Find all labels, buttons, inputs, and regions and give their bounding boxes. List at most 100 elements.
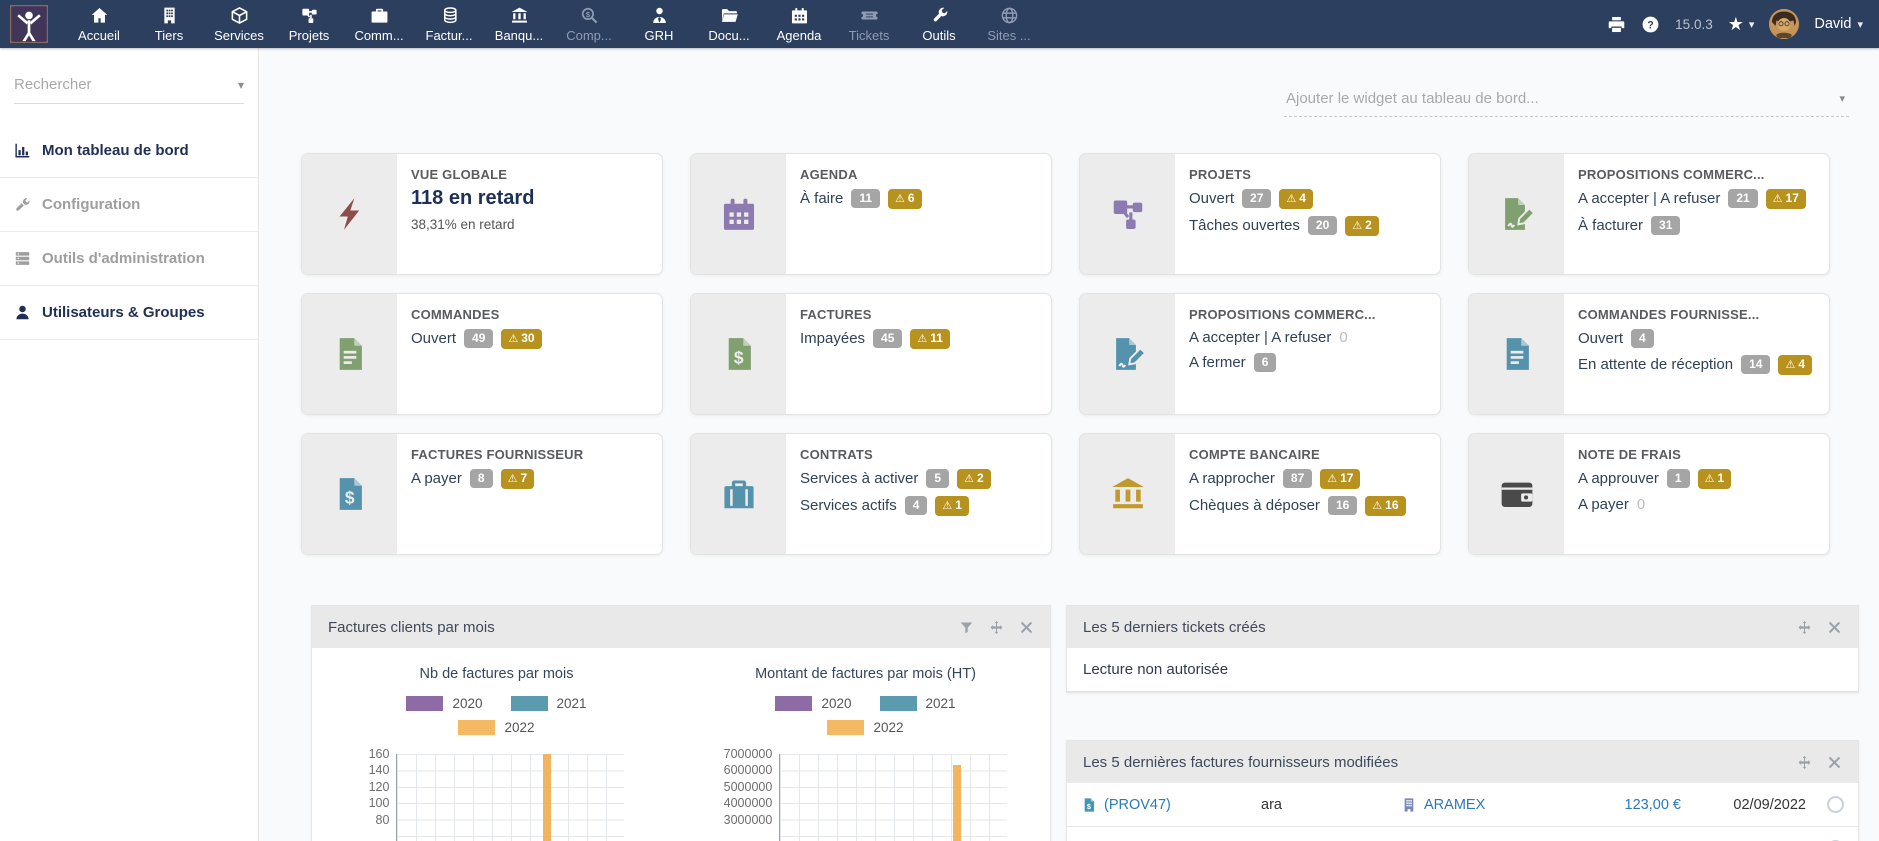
move-icon[interactable] bbox=[989, 620, 1004, 635]
ticket-icon bbox=[859, 6, 879, 25]
invoice-label: ara bbox=[1261, 796, 1282, 813]
svg-text:$: $ bbox=[733, 348, 743, 368]
add-widget-select[interactable]: Ajouter le widget au tableau de bord... … bbox=[1284, 86, 1849, 117]
widget-propositions-commerc[interactable]: PROPOSITIONS COMMERC... A accepter | A r… bbox=[1468, 153, 1830, 275]
invoice-icon: $ bbox=[1081, 797, 1097, 813]
invoice-amount: 123,00 € bbox=[1624, 796, 1681, 813]
print-icon[interactable] bbox=[1607, 15, 1626, 34]
help-icon[interactable]: ? bbox=[1641, 15, 1660, 34]
close-icon[interactable] bbox=[1019, 620, 1034, 635]
close-icon[interactable] bbox=[1827, 755, 1842, 770]
y-tick: 80 bbox=[375, 812, 390, 827]
search-input[interactable] bbox=[14, 76, 238, 93]
widget-note-de-frais[interactable]: NOTE DE FRAIS A approuver 1 ⚠ 1 A payer 0 bbox=[1468, 433, 1830, 555]
file-signature-icon bbox=[1080, 294, 1175, 414]
warning-icon: ⚠ bbox=[507, 473, 518, 485]
invoice-ref: (PROV47) bbox=[1104, 796, 1171, 813]
chart-title: Nb de factures par mois bbox=[419, 666, 574, 682]
widget-compte-bancaire[interactable]: COMPTE BANCAIRE A rapprocher 87 ⚠ 17 Chèque… bbox=[1079, 433, 1441, 555]
stat-label: En attente de réception bbox=[1578, 356, 1734, 374]
sidebar-item-utilisateurs-groupes[interactable]: Utilisateurs & Groupes bbox=[0, 286, 258, 340]
widget-projets[interactable]: PROJETS Ouvert 27 ⚠ 4 Tâches ouvertes 20 ⚠ 2 bbox=[1079, 153, 1441, 275]
user-avatar[interactable] bbox=[1769, 9, 1800, 39]
nav-item-outils[interactable]: Outils bbox=[904, 0, 974, 48]
file-dollar-icon: $ bbox=[302, 434, 397, 554]
count-badge: 49 bbox=[464, 329, 494, 349]
stat-label: Chèques à déposer bbox=[1189, 497, 1320, 515]
warning-badge: ⚠ 7 bbox=[500, 469, 535, 489]
invoice-ref-link[interactable]: $ (PROV47) bbox=[1081, 797, 1261, 813]
warning-badge: ⚠ 2 bbox=[1345, 215, 1379, 236]
bookmarks-menu[interactable]: ★ ▾ bbox=[1728, 15, 1755, 33]
sidebar-item-mon-tableau-de-bord[interactable]: Mon tableau de bord bbox=[0, 124, 258, 178]
y-tick: 3000000 bbox=[723, 812, 773, 827]
widget-title: COMMANDES FOURNISSE... bbox=[1578, 307, 1760, 322]
legend-item-2021: 2021 bbox=[510, 696, 587, 711]
widget-agenda[interactable]: AGENDA À faire 11 ⚠ 6 bbox=[690, 153, 1052, 275]
move-icon[interactable] bbox=[1797, 755, 1812, 770]
nav-item-comp[interactable]: $ Comp... bbox=[554, 0, 624, 48]
widget-stat-line: En attente de réception 14 ⚠ 4 bbox=[1578, 355, 1813, 375]
zero-count: 0 bbox=[1339, 329, 1348, 346]
stat-label: Ouvert bbox=[411, 330, 457, 348]
widget-factures[interactable]: $ FACTURES Impayées 45 ⚠ 11 bbox=[690, 293, 1052, 415]
widget-contrats[interactable]: CONTRATS Services à activer 5 ⚠ 2 Services … bbox=[690, 433, 1052, 555]
y-axis-labels: 160 140 120 100 80 bbox=[369, 747, 397, 841]
panel-title: Factures clients par mois bbox=[328, 618, 495, 636]
left-sidebar: ▾ Mon tableau de bord Configuration Outi… bbox=[0, 40, 259, 841]
filter-icon[interactable] bbox=[959, 620, 974, 635]
invoices-chart-panel: Factures clients par mois Nb de factures… bbox=[311, 605, 1051, 841]
legend-label: 2022 bbox=[873, 720, 904, 735]
stat-label: A approuver bbox=[1578, 470, 1659, 488]
nav-item-tickets[interactable]: Tickets bbox=[834, 0, 904, 48]
move-icon[interactable] bbox=[1797, 620, 1812, 635]
nav-item-grh[interactable]: GRH bbox=[624, 0, 694, 48]
dolibarr-logo-icon[interactable] bbox=[8, 3, 50, 45]
widget-stat-line: A approuver 1 ⚠ 1 bbox=[1578, 469, 1732, 489]
company-link[interactable]: ARAMEX bbox=[1401, 797, 1531, 813]
count-badge: 27 bbox=[1242, 189, 1272, 209]
nav-item-projets[interactable]: Projets bbox=[274, 0, 344, 48]
close-icon[interactable] bbox=[1827, 620, 1842, 635]
nav-item-tiers[interactable]: Tiers bbox=[134, 0, 204, 48]
nav-item-comm[interactable]: Comm... bbox=[344, 0, 414, 48]
legend-item-2022: 2022 bbox=[827, 720, 904, 735]
nav-item-docu[interactable]: Docu... bbox=[694, 0, 764, 48]
widget-vue-globale[interactable]: VUE GLOBALE 118 en retard 38,31% en retar… bbox=[301, 153, 663, 275]
sidebar-item-configuration[interactable]: Configuration bbox=[0, 178, 258, 232]
widget-sub-value: 38,31% en retard bbox=[411, 217, 515, 232]
widget-stat-line: A payer 8 ⚠ 7 bbox=[411, 469, 583, 489]
warning-icon: ⚠ bbox=[1372, 499, 1383, 512]
chevron-down-icon[interactable]: ▾ bbox=[238, 78, 244, 92]
y-tick: 6000000 bbox=[723, 763, 773, 778]
legend-swatch bbox=[827, 720, 865, 735]
warning-icon: ⚠ bbox=[895, 193, 905, 205]
nav-item-factur[interactable]: Factur... bbox=[414, 0, 484, 48]
widget-propositions-commerc[interactable]: PROPOSITIONS COMMERC... A accepter | A r… bbox=[1079, 293, 1441, 415]
warning-badge: ⚠ 1 bbox=[935, 495, 969, 516]
widget-commandes-fournisse[interactable]: COMMANDES FOURNISSE... Ouvert 4 En attent… bbox=[1468, 293, 1830, 415]
widget-commandes[interactable]: COMMANDES Ouvert 49 ⚠ 30 bbox=[301, 293, 663, 415]
nav-item-agenda[interactable]: Agenda bbox=[764, 0, 834, 48]
tools-icon bbox=[14, 196, 31, 213]
count-badge: 1 bbox=[1666, 469, 1690, 489]
nav-item-banqu[interactable]: Banqu... bbox=[484, 0, 554, 48]
stat-label: Ouvert bbox=[1578, 330, 1624, 347]
nav-item-sites[interactable]: Sites ... bbox=[974, 0, 1044, 48]
widget-factures-fournisseur[interactable]: $ FACTURES FOURNISSEUR A payer 8 ⚠ 7 bbox=[301, 433, 663, 555]
panel-header: Factures clients par mois bbox=[312, 606, 1050, 648]
widget-title: NOTE DE FRAIS bbox=[1578, 447, 1681, 462]
legend-label: 2020 bbox=[821, 696, 852, 711]
nav-item-label: Banqu... bbox=[494, 27, 544, 43]
warning-icon: ⚠ bbox=[942, 499, 953, 512]
plot-area: 160 140 120 100 80 bbox=[369, 747, 625, 841]
sidebar-item-outils-d-administration[interactable]: Outils d'administration bbox=[0, 232, 258, 286]
legend-item-2021: 2021 bbox=[879, 696, 956, 711]
nav-item-accueil[interactable]: Accueil bbox=[64, 0, 134, 48]
user-menu[interactable]: David ▾ bbox=[1814, 16, 1863, 32]
count-badge: 5 bbox=[926, 469, 950, 489]
panel-header-icons bbox=[1797, 755, 1842, 770]
widget-stat-line: Tâches ouvertes 20 ⚠ 2 bbox=[1189, 215, 1379, 236]
last-supplier-invoices-panel: Les 5 dernières factures fournisseurs mo… bbox=[1066, 740, 1859, 841]
nav-item-services[interactable]: Services bbox=[204, 0, 274, 48]
